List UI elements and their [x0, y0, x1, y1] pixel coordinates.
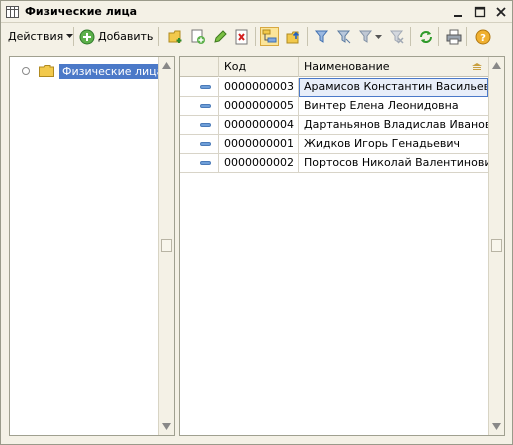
- code-cell[interactable]: 0000000002: [219, 154, 299, 173]
- title-bar: Физические лица: [1, 1, 512, 23]
- header-code[interactable]: Код: [219, 57, 299, 77]
- table-row[interactable]: 0000000005 Винтер Елена Леонидовна: [180, 97, 488, 116]
- item-element-icon: [200, 142, 211, 146]
- minimize-icon[interactable]: [451, 5, 465, 19]
- scrollbar-thumb[interactable]: [491, 239, 502, 252]
- tree-scrollbar[interactable]: [158, 57, 174, 435]
- row-icon-cell: [180, 78, 219, 97]
- scroll-down-icon[interactable]: [492, 423, 501, 430]
- row-icon-cell: [180, 97, 219, 116]
- list-form-icon: [6, 6, 19, 18]
- toolbar-divider: [158, 27, 159, 46]
- svg-text:?: ?: [480, 33, 486, 44]
- code-cell[interactable]: 0000000001: [219, 135, 299, 154]
- maximize-icon[interactable]: [473, 5, 487, 19]
- sort-ascending-icon: [472, 63, 482, 70]
- table-row[interactable]: 0000000001 Жидков Игорь Генадьевич: [180, 135, 488, 154]
- add-folder-icon[interactable]: [166, 27, 185, 46]
- item-element-icon: [200, 161, 211, 165]
- tree-expander-icon[interactable]: [22, 67, 30, 75]
- help-icon[interactable]: ?: [473, 27, 492, 46]
- folder-tree[interactable]: Физические лица: [9, 56, 175, 436]
- records-table[interactable]: Код Наименование 0000000003 Арамисов Конс…: [179, 56, 505, 436]
- filter-by-value-icon[interactable]: [334, 27, 353, 46]
- toolbar-divider: [410, 27, 411, 46]
- item-element-icon: [200, 123, 211, 127]
- actions-menu-button[interactable]: Действия: [8, 26, 74, 47]
- table-row[interactable]: 0000000003 Арамисов Константин Васильевич: [180, 78, 488, 97]
- edit-pencil-icon[interactable]: [210, 27, 229, 46]
- name-cell[interactable]: Дартаньянов Владислав Иванович: [299, 116, 488, 135]
- code-cell[interactable]: 0000000003: [219, 78, 299, 97]
- name-cell[interactable]: Жидков Игорь Генадьевич: [299, 135, 488, 154]
- row-icon-cell: [180, 154, 219, 173]
- parent-folder-icon[interactable]: [284, 27, 303, 46]
- toolbar-divider: [307, 27, 308, 46]
- name-cell[interactable]: Портосов Николай Валентинович: [299, 154, 488, 173]
- code-cell[interactable]: 0000000004: [219, 116, 299, 135]
- header-icon-column: [180, 57, 219, 77]
- header-name-label: Наименование: [304, 60, 390, 73]
- toolbar-divider: [466, 27, 467, 46]
- toolbar: Действия Добавить ?: [1, 24, 512, 49]
- catalog-window: Физические лица Действия Добавить ? Физи…: [0, 0, 513, 445]
- name-cell[interactable]: Арамисов Константин Васильевич: [299, 78, 488, 97]
- copy-icon[interactable]: [188, 27, 207, 46]
- scroll-down-icon[interactable]: [162, 423, 171, 430]
- chevron-down-icon[interactable]: [375, 35, 382, 40]
- header-name[interactable]: Наименование: [299, 57, 488, 77]
- scroll-up-icon[interactable]: [492, 62, 501, 69]
- actions-menu-label: Действия: [8, 30, 64, 43]
- row-icon-cell: [180, 116, 219, 135]
- scroll-up-icon[interactable]: [162, 62, 171, 69]
- refresh-icon[interactable]: [416, 27, 435, 46]
- item-element-icon: [200, 85, 211, 89]
- row-icon-cell: [180, 135, 219, 154]
- window-title: Физические лица: [25, 5, 138, 18]
- toolbar-divider: [73, 27, 74, 46]
- toolbar-divider: [438, 27, 439, 46]
- toolbar-divider: [255, 27, 256, 46]
- hierarchy-toggle-icon[interactable]: [260, 27, 279, 46]
- print-icon[interactable]: [444, 27, 463, 46]
- close-icon[interactable]: [494, 5, 508, 19]
- table-row[interactable]: 0000000002 Портосов Николай Валентинович: [180, 154, 488, 173]
- table-header: Код Наименование: [180, 57, 488, 77]
- add-button-label: Добавить: [98, 30, 154, 43]
- delete-icon[interactable]: [232, 27, 251, 46]
- filter-history-icon[interactable]: [356, 27, 375, 46]
- filter-icon[interactable]: [312, 27, 331, 46]
- tree-node-root[interactable]: Физические лица: [22, 63, 167, 79]
- code-cell[interactable]: 0000000005: [219, 97, 299, 116]
- table-row[interactable]: 0000000004 Дартаньянов Владислав Иванович: [180, 116, 488, 135]
- clear-filter-icon[interactable]: [387, 27, 406, 46]
- add-button[interactable]: Добавить: [79, 26, 153, 47]
- item-element-icon: [200, 104, 211, 108]
- tree-node-label: Физические лица: [59, 63, 167, 79]
- scrollbar-thumb[interactable]: [161, 239, 172, 252]
- name-cell[interactable]: Винтер Елена Леонидовна: [299, 97, 488, 116]
- table-scrollbar[interactable]: [488, 57, 504, 435]
- add-circle-icon: [79, 29, 95, 44]
- folder-icon: [39, 65, 54, 77]
